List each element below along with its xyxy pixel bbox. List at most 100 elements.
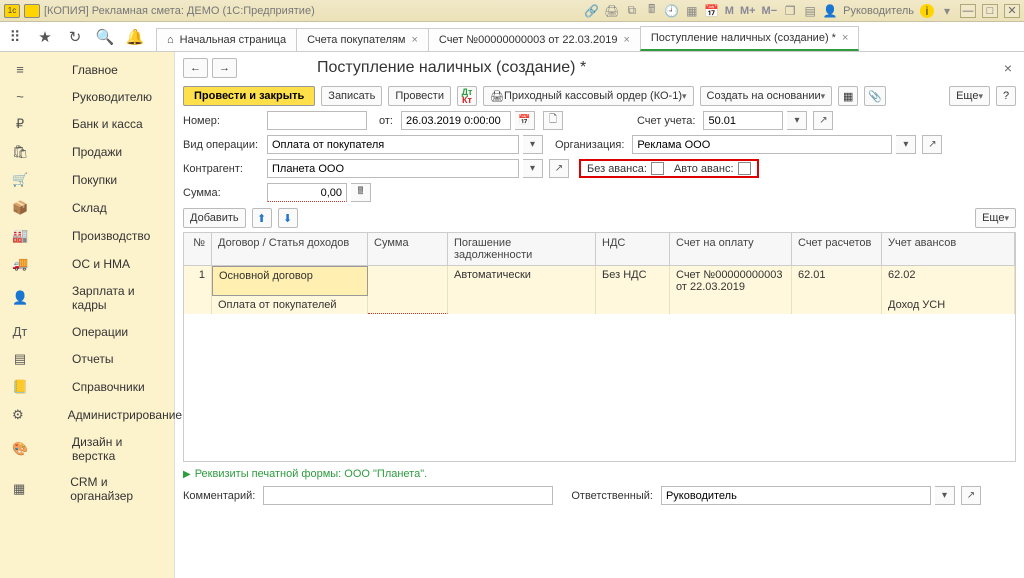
sidebar-item[interactable]: 👤Зарплата и кадры [0, 278, 174, 318]
dropdown-icon[interactable]: ▾ [523, 159, 543, 178]
sidebar-item[interactable]: ⚙Администрирование [0, 401, 174, 429]
apps-icon[interactable]: ⠿ [0, 22, 30, 51]
expand-icon[interactable]: ▾ [940, 4, 954, 18]
print-details-link[interactable]: ▶ Реквизиты печатной формы: ООО "Планета… [183, 468, 1016, 480]
calculator-icon[interactable]: 🖩 [351, 183, 371, 202]
panel-close-icon[interactable]: × [1004, 60, 1016, 76]
tab-invoice[interactable]: Счет №00000000003 от 22.03.2019× [428, 28, 641, 51]
dropdown-icon[interactable] [24, 4, 40, 18]
bell-icon[interactable]: 🔔 [120, 22, 150, 51]
col-repay[interactable]: Погашение задолженности [448, 233, 596, 265]
window-title-bar: 1c [КОПИЯ] Рекламная смета: ДЕМО (1С:Пре… [0, 0, 1024, 22]
responsible-input[interactable] [661, 486, 931, 505]
print-small-icon[interactable]: 🗋 [543, 111, 563, 130]
close-button[interactable]: ✕ [1004, 4, 1020, 18]
dropdown-icon[interactable]: ▾ [896, 135, 916, 154]
col-sum[interactable]: Сумма [368, 233, 448, 265]
window-icon[interactable]: ❐ [783, 4, 797, 18]
sidebar-item[interactable]: ▤Отчеты [0, 345, 174, 373]
open-ref-icon[interactable]: ↗ [922, 135, 942, 154]
col-contract[interactable]: Договор / Статья доходов [212, 233, 368, 265]
col-invoice[interactable]: Счет на оплату [670, 233, 792, 265]
write-button[interactable]: Записать [321, 86, 382, 106]
org-input[interactable] [632, 135, 892, 154]
tab-close-icon[interactable]: × [623, 34, 629, 46]
number-input[interactable] [267, 111, 367, 130]
sidebar-item[interactable]: 📦Склад [0, 194, 174, 222]
list-icon[interactable]: ▤ [803, 4, 817, 18]
move-down-button[interactable]: ⬇ [278, 208, 298, 228]
move-up-button[interactable]: ⬆ [252, 208, 272, 228]
m-minus-icon[interactable]: M− [762, 4, 778, 18]
col-vat[interactable]: НДС [596, 233, 670, 265]
add-row-button[interactable]: Добавить [183, 208, 246, 228]
col-number[interactable]: № [184, 233, 212, 265]
tab-close-icon[interactable]: × [842, 32, 848, 44]
calendar-picker-icon[interactable]: 📅 [515, 111, 535, 130]
minimize-button[interactable]: — [960, 4, 976, 18]
calc-icon[interactable]: 🖩 [645, 4, 659, 18]
tab-accounts[interactable]: Счета покупателям× [296, 28, 429, 51]
no-advance-checkbox[interactable] [651, 162, 664, 175]
sidebar-item[interactable]: 🎨Дизайн и верстка [0, 429, 174, 469]
sidebar-item[interactable]: 🏭Производство [0, 222, 174, 250]
contragent-input[interactable] [267, 159, 519, 178]
nav-fwd-button[interactable]: → [212, 58, 237, 78]
open-ref-icon[interactable]: ↗ [813, 111, 833, 130]
structure-button[interactable]: ▦ [838, 86, 858, 106]
sidebar-item[interactable]: ₽Банк и касса [0, 110, 174, 138]
sidebar-item[interactable]: 🛒Покупки [0, 166, 174, 194]
account-input[interactable] [703, 111, 783, 130]
more-button[interactable]: Еще [949, 86, 990, 106]
grid-icon[interactable]: ▦ [685, 4, 699, 18]
dtkt-button[interactable]: ДтКт [457, 86, 477, 106]
post-button[interactable]: Провести [388, 86, 451, 106]
post-and-close-button[interactable]: Провести и закрыть [183, 86, 315, 106]
print-button[interactable]: 🖨 Приходный кассовый ордер (КО-1) [483, 86, 694, 106]
dropdown-icon[interactable]: ▾ [935, 486, 955, 505]
operation-input[interactable] [267, 135, 519, 154]
auto-advance-checkbox[interactable] [738, 162, 751, 175]
copy-icon[interactable]: ⧉ [625, 4, 639, 18]
contragent-label: Контрагент: [183, 163, 263, 175]
more-grid-button[interactable]: Еще [975, 208, 1016, 228]
date-input[interactable] [401, 111, 511, 130]
sidebar-item[interactable]: ~Руководителю [0, 83, 174, 110]
tab-active[interactable]: Поступление наличных (создание) *× [640, 26, 860, 51]
col-advance[interactable]: Учет авансов [882, 233, 1015, 265]
sidebar-item[interactable]: ▦CRM и органайзер [0, 469, 174, 509]
calendar-icon[interactable]: 📅 [705, 4, 719, 18]
attach-button[interactable]: 📎 [864, 86, 886, 106]
table-row[interactable]: Оплата от покупателей Доход УСН [184, 296, 1015, 314]
info-icon[interactable]: i [920, 4, 934, 18]
dropdown-icon[interactable]: ▾ [523, 135, 543, 154]
history-icon[interactable]: ↻ [60, 22, 90, 51]
m-icon[interactable]: M [725, 4, 734, 18]
tab-close-icon[interactable]: × [411, 34, 417, 46]
nav-back-button[interactable]: ← [183, 58, 208, 78]
print-icon[interactable]: 🖨 [605, 4, 619, 18]
create-based-button[interactable]: Создать на основании [700, 86, 833, 106]
col-settlement[interactable]: Счет расчетов [792, 233, 882, 265]
dropdown-icon[interactable]: ▾ [787, 111, 807, 130]
user-name[interactable]: Руководитель [843, 5, 914, 17]
clock-icon[interactable]: 🕘 [665, 4, 679, 18]
sidebar-item[interactable]: ≡Главное [0, 56, 174, 83]
sum-input[interactable] [267, 183, 347, 202]
table-row[interactable]: 1 Основной договор Автоматически Без НДС… [184, 266, 1015, 296]
sidebar-item[interactable]: 🚚ОС и НМА [0, 250, 174, 278]
sidebar-item[interactable]: 🛍Продажи [0, 138, 174, 166]
favorite-icon[interactable]: ★ [30, 22, 60, 51]
open-ref-icon[interactable]: ↗ [549, 159, 569, 178]
help-button[interactable]: ? [996, 86, 1016, 106]
tab-home[interactable]: ⌂Начальная страница [156, 28, 297, 51]
sidebar-item[interactable]: ДтОперации [0, 318, 174, 345]
comment-input[interactable] [263, 486, 553, 505]
sidebar-item[interactable]: 📒Справочники [0, 373, 174, 401]
link-icon[interactable]: 🔗 [585, 4, 599, 18]
search-icon[interactable]: 🔍 [90, 22, 120, 51]
sidebar-icon: 📦 [12, 200, 28, 216]
open-ref-icon[interactable]: ↗ [961, 486, 981, 505]
m-plus-icon[interactable]: M+ [740, 4, 756, 18]
maximize-button[interactable]: □ [982, 4, 998, 18]
